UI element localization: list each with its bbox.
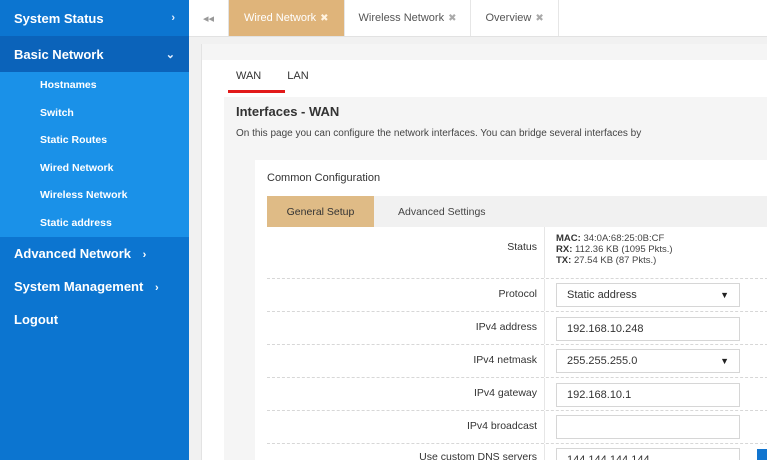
panel-header-strip — [202, 44, 767, 60]
interfaces-section: Interfaces - WAN On this page you can co… — [224, 97, 767, 460]
nav-advanced-network[interactable]: Advanced Network › — [0, 237, 189, 270]
tab-general-setup[interactable]: General Setup — [267, 196, 374, 227]
caret-down-icon: ▼ — [720, 356, 729, 366]
content-panel: WAN LAN Interfaces - WAN On this page yo… — [201, 44, 767, 460]
nav-basic-network-label: Basic Network — [14, 46, 104, 62]
rx-key: RX: — [556, 244, 573, 255]
ipv4-address-label: IPv4 address — [475, 321, 537, 333]
subtab-lan[interactable]: LAN — [287, 70, 308, 82]
ipv4-netmask-value: 255.255.255.0 — [567, 355, 638, 367]
common-configuration: Common Configuration General Setup Advan… — [255, 160, 767, 460]
ipv4-gateway-label: IPv4 gateway — [473, 387, 537, 399]
protocol-row: Protocol Static address ▼ — [267, 278, 767, 311]
ipv4-gateway-input[interactable]: 192.168.10.1 — [556, 383, 740, 407]
row-divider — [544, 378, 545, 410]
row-divider — [544, 411, 545, 443]
page-title: Interfaces - WAN — [236, 104, 340, 119]
nav-logout[interactable]: Logout — [0, 303, 189, 336]
status-info: MAC: 34:0A:68:25:0B:CF RX: 112.36 KB (10… — [556, 233, 673, 266]
mac-value: 34:0A:68:25:0B:CF — [583, 233, 665, 244]
ipv4-netmask-row: IPv4 netmask 255.255.255.0 ▼ — [267, 344, 767, 377]
nav-system-status-label: System Status — [14, 10, 104, 26]
section-title: Common Configuration — [267, 172, 381, 184]
nav-system-status[interactable]: System Status › — [0, 0, 189, 36]
nav-system-management-label: System Management — [14, 279, 144, 294]
row-divider — [544, 279, 545, 311]
tab-wireless-network[interactable]: Wireless Network ✖ — [345, 0, 472, 36]
ipv4-broadcast-input[interactable] — [556, 415, 740, 439]
ipv4-netmask-select[interactable]: 255.255.255.0 ▼ — [556, 349, 740, 373]
chevron-right-icon: › — [154, 282, 159, 294]
dns-row: Use custom DNS servers 144.144.144.144 + — [267, 443, 767, 460]
close-icon[interactable]: ✖ — [535, 13, 543, 24]
nav-advanced-network-label: Advanced Network — [14, 246, 132, 261]
close-icon[interactable]: ✖ — [448, 13, 456, 24]
protocol-value: Static address — [567, 289, 637, 301]
main-content: WAN LAN Interfaces - WAN On this page yo… — [189, 37, 767, 460]
caret-down-icon: ▼ — [720, 290, 729, 300]
tab-wired-network[interactable]: Wired Network ✖ — [229, 0, 345, 36]
close-icon[interactable]: ✖ — [320, 13, 328, 24]
sidebar: System Status › Basic Network ⌄ Hostname… — [0, 0, 189, 460]
ipv4-gateway-row: IPv4 gateway 192.168.10.1 — [267, 377, 767, 410]
page-description: On this page you can configure the netwo… — [236, 128, 642, 139]
tab-advanced-settings[interactable]: Advanced Settings — [374, 196, 502, 227]
chevron-right-icon: › — [171, 12, 175, 24]
dns-input[interactable]: 144.144.144.144 — [556, 448, 740, 460]
ipv4-address-input[interactable]: 192.168.10.248 — [556, 317, 740, 341]
row-divider — [544, 345, 545, 377]
ipv4-netmask-label: IPv4 netmask — [473, 354, 537, 366]
subtab-wan[interactable]: WAN — [227, 70, 286, 93]
dns-label: Use custom DNS servers — [419, 451, 537, 460]
chevron-right-icon: › — [142, 249, 147, 261]
sidebar-item-hostnames[interactable]: Hostnames — [0, 72, 189, 100]
status-row: Status MAC: 34:0A:68:25:0B:CF RX: 112.36… — [267, 227, 767, 278]
add-dns-button[interactable]: + — [757, 449, 767, 460]
scroll-tabs-left-icon[interactable]: ◂◂ — [189, 0, 229, 36]
ipv4-broadcast-label: IPv4 broadcast — [466, 420, 537, 432]
sidebar-item-wired-network[interactable]: Wired Network — [0, 155, 189, 183]
ipv4-address-row: IPv4 address 192.168.10.248 — [267, 311, 767, 344]
tx-value: 27.54 KB (87 Pkts.) — [573, 255, 657, 266]
nav-basic-network[interactable]: Basic Network ⌄ — [0, 36, 189, 72]
tab-overview[interactable]: Overview ✖ — [471, 0, 559, 36]
row-divider — [544, 444, 545, 460]
ipv4-broadcast-row: IPv4 broadcast — [267, 410, 767, 443]
status-label: Status — [507, 241, 537, 253]
config-tabs: General Setup Advanced Settings — [267, 196, 767, 227]
tab-label: Wired Network — [244, 12, 317, 24]
rx-value: 112.36 KB (1095 Pkts.) — [575, 244, 673, 255]
tab-label: Overview — [485, 12, 532, 24]
tab-bar: ◂◂ Wired Network ✖ Wireless Network ✖ Ov… — [189, 0, 767, 37]
sidebar-item-wireless-network[interactable]: Wireless Network — [0, 182, 189, 210]
mac-key: MAC: — [556, 233, 581, 244]
basic-network-submenu: Hostnames Switch Static Routes Wired Net… — [0, 72, 189, 237]
protocol-select[interactable]: Static address ▼ — [556, 283, 740, 307]
tx-key: TX: — [556, 255, 572, 266]
row-divider — [544, 227, 545, 278]
sidebar-item-switch[interactable]: Switch — [0, 100, 189, 128]
protocol-label: Protocol — [498, 288, 537, 300]
sidebar-item-static-address[interactable]: Static address — [0, 210, 189, 238]
chevron-down-icon: ⌄ — [165, 48, 175, 61]
interface-subtabs: WAN LAN — [202, 60, 767, 93]
row-divider — [544, 312, 545, 344]
nav-system-management[interactable]: System Management › — [0, 270, 189, 303]
sidebar-item-static-routes[interactable]: Static Routes — [0, 127, 189, 155]
tab-label: Wireless Network — [358, 12, 445, 24]
